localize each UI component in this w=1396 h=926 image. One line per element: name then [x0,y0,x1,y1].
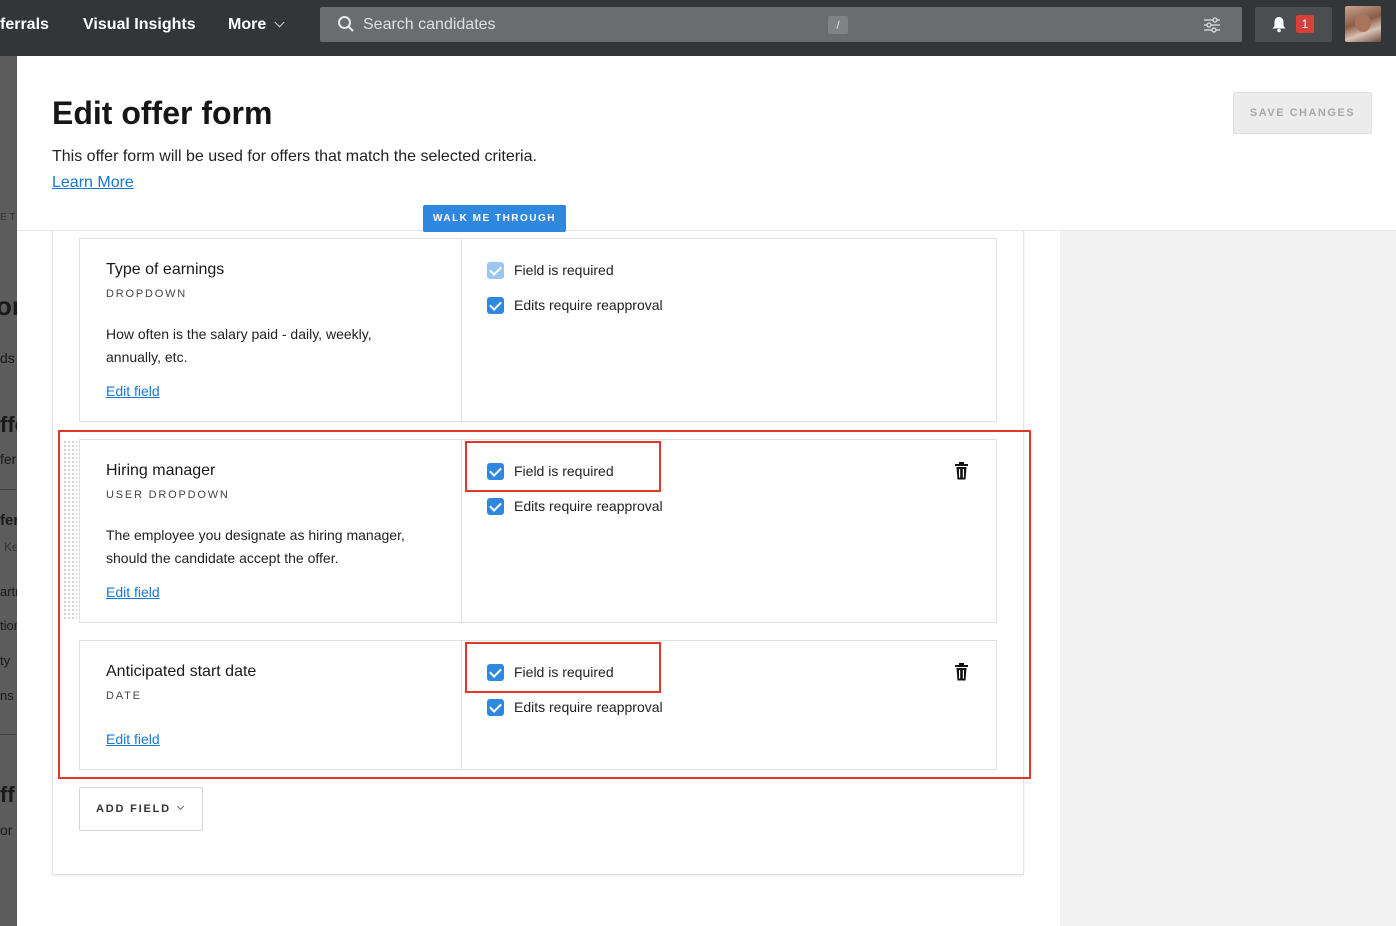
add-field-button[interactable]: ADD FIELD [79,787,203,831]
bg-divider [0,734,17,735]
column-divider [461,239,462,421]
checkbox-label: Edits require reapproval [514,297,663,313]
checkbox-label: Field is required [514,664,614,680]
page-subtitle: This offer form will be used for offers … [52,148,537,165]
avatar-face [1355,14,1371,32]
field-description: The employee you designate as hiring man… [106,527,405,566]
nav-more-label: More [228,16,267,33]
field-required-checkbox[interactable]: Field is required [487,462,614,480]
column-divider [461,641,462,769]
field-name: Type of earnings [106,261,225,278]
checkbox-checked-icon [487,698,504,716]
reapproval-checkbox[interactable]: Edits require reapproval [487,497,663,515]
checkbox-checked-icon [487,296,504,314]
user-avatar[interactable] [1345,6,1381,42]
field-row-type-of-earnings: Type of earnings DROPDOWN How often is t… [79,238,997,422]
field-type: DATE [106,690,142,702]
bg-fragment: fer [0,451,17,467]
edit-field-link[interactable]: Edit field [106,584,160,600]
learn-more-link[interactable]: Learn More [52,174,134,192]
bg-fragment: or [0,291,17,321]
reapproval-checkbox[interactable]: Edits require reapproval [487,296,663,314]
checkbox-checked-icon [487,462,504,480]
drag-handle[interactable] [63,440,77,620]
chevron-down-icon [176,802,184,811]
chevron-down-icon [274,17,285,28]
checkbox-label: Field is required [514,262,614,278]
checkbox-label: Edits require reapproval [514,699,663,715]
trash-icon[interactable] [954,663,969,681]
search-bar: / [320,7,1242,42]
field-required-checkbox[interactable]: Field is required [487,663,614,681]
search-shortcut-key: / [828,16,848,34]
nav-more[interactable]: More [228,16,285,34]
nav-visual-insights[interactable]: Visual Insights [83,16,196,34]
search-icon [338,16,354,32]
checkbox-checked-icon [487,663,504,681]
background-page: E T or ds ffe fer fer Ke artr tion ty ns… [0,56,17,926]
top-nav: ferrals Visual Insights More / 1 [0,0,1396,56]
field-name: Anticipated start date [106,663,257,680]
bg-fragment: ds [0,350,15,366]
search-input[interactable] [363,7,1163,42]
checkbox-label: Field is required [514,463,614,479]
field-row-hiring-manager: Hiring manager USER DROPDOWN The employe… [79,439,997,623]
edit-offer-form-modal: Edit offer form This offer form will be … [17,56,1396,926]
walk-me-through-button[interactable]: WALK ME THROUGH [423,205,566,232]
bg-fragment: ff [0,782,15,807]
bg-fragment: E T [0,212,16,223]
bg-divider [0,489,17,490]
checkbox-checked-disabled-icon [487,261,504,279]
add-field-label: ADD FIELD [96,803,171,815]
filter-sliders-icon[interactable] [1202,15,1222,35]
bell-icon [1272,17,1286,33]
field-type: DROPDOWN [106,288,188,300]
bg-fragment: Ke [4,540,17,554]
bg-fragment: or [0,822,13,838]
bg-fragment: artr [0,584,17,599]
modal-header: Edit offer form This offer form will be … [17,56,1396,231]
page-title: Edit offer form [52,95,273,131]
notification-count-badge: 1 [1296,15,1314,33]
checkbox-checked-icon [487,497,504,515]
field-row-anticipated-start-date: Anticipated start date DATE Edit field F… [79,640,997,770]
bg-fragment: ty [0,653,11,668]
field-required-checkbox[interactable]: Field is required [487,261,614,279]
save-changes-button[interactable]: SAVE CHANGES [1233,92,1372,134]
field-description: How often is the salary paid - daily, we… [106,326,372,365]
notifications-button[interactable]: 1 [1255,7,1332,42]
edit-field-link[interactable]: Edit field [106,731,160,747]
trash-icon[interactable] [954,462,969,480]
bg-fragment: tion [0,618,17,633]
column-divider [461,440,462,622]
checkbox-label: Edits require reapproval [514,498,663,514]
reapproval-checkbox[interactable]: Edits require reapproval [487,698,663,716]
field-type: USER DROPDOWN [106,489,230,501]
bg-fragment: ns [0,688,14,703]
nav-referrals[interactable]: ferrals [0,16,49,34]
bg-fragment: ffe [0,412,17,437]
field-name: Hiring manager [106,462,216,479]
edit-field-link[interactable]: Edit field [106,383,160,399]
bg-fragment: fer [0,512,17,529]
